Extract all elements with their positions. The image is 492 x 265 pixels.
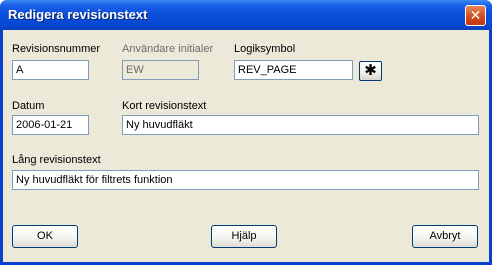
- logic-symbol-label: Logiksymbol: [234, 43, 296, 55]
- close-icon: ✕: [469, 7, 482, 23]
- logic-symbol-field[interactable]: REV_PAGE: [234, 60, 353, 80]
- date-label: Datum: [12, 100, 45, 112]
- asterisk-icon: ✱: [364, 62, 377, 79]
- user-initials-label: Användare initialer: [122, 43, 214, 55]
- revision-number-field[interactable]: A: [12, 60, 89, 80]
- short-text-label: Kort revisionstext: [122, 100, 207, 112]
- help-button[interactable]: Hjälp: [211, 225, 277, 248]
- short-text-field[interactable]: Ny huvudfläkt: [122, 115, 479, 135]
- date-field[interactable]: 2006-01-21: [12, 115, 89, 135]
- long-text-field[interactable]: Ny huvudfläkt för filtrets funktion: [12, 170, 479, 190]
- close-button[interactable]: ✕: [465, 5, 486, 26]
- dialog-window: Redigera revisionstext ✕ Revisionsnummer…: [0, 0, 492, 265]
- user-initials-field: EW: [122, 60, 199, 80]
- long-text-label: Lång revisionstext: [12, 154, 101, 166]
- cancel-button[interactable]: Avbryt: [412, 225, 478, 248]
- ok-button[interactable]: OK: [12, 225, 78, 248]
- dialog-body: Revisionsnummer Användare initialer Logi…: [3, 30, 489, 262]
- title-bar[interactable]: Redigera revisionstext ✕: [0, 0, 492, 30]
- revision-number-label: Revisionsnummer: [12, 43, 101, 55]
- dialog-title: Redigera revisionstext: [8, 7, 148, 22]
- logic-symbol-browse-button[interactable]: ✱: [359, 61, 382, 81]
